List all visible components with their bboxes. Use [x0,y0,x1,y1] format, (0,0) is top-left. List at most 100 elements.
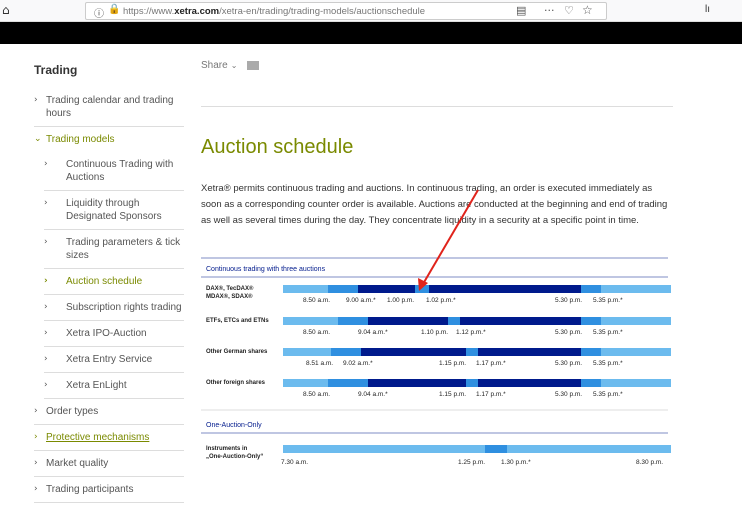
chevron-down-icon: ⌄ [34,134,42,144]
time-label: 9.04 a.m.* [358,391,388,398]
time-label: 5.30 p.m. [555,360,582,367]
row-label: „One-Auction-Only“ [206,454,263,460]
chevron-right-icon: › [34,484,38,494]
sidebar-item-subscription-rights[interactable]: › Subscription rights trading [44,295,184,321]
intro-text: Xetra® permits continuous trading and au… [201,183,668,226]
time-label: 1.15 p.m. [439,391,466,398]
sidebar-title: Trading [34,63,78,77]
row-label: ETFs, ETCs and ETNs [206,318,269,324]
schedule-row: ETFs, ETCs and ETNs 8.50 a.m. 9.04 a.m.*… [206,317,671,336]
main-content: Share ⌄ Auction schedule Xetra® permits c… [201,60,673,466]
time-label: 5.35 p.m.* [593,297,623,304]
sidebar-item-trading-models[interactable]: ⌄ Trading models [34,127,184,152]
bar-segment [478,379,581,387]
time-label: 1.15 p.m. [439,360,466,367]
sidebar-item-entry-service[interactable]: › Xetra Entry Service [44,347,184,373]
time-label: 5.35 p.m.* [593,391,623,398]
browser-toolbar: ⌂ ⓘ 🔒 https://www.xetra.com/xetra-en/tra… [0,0,742,22]
chevron-right-icon: › [44,328,48,338]
library-icon[interactable]: lı [705,4,710,15]
bar-segment [368,317,448,325]
chevron-down-icon: ⌄ [230,61,238,70]
chevron-right-icon: › [44,237,48,247]
time-label: 5.30 p.m. [555,297,582,304]
sidebar-item-market-quality[interactable]: › Market quality [34,451,184,477]
chevron-right-icon: › [44,380,48,390]
schedule-row: DAX®, TecDAX® MDAX®, SDAX® 8.50 a.m. 9.0… [206,285,671,304]
site-header-bar [0,22,742,44]
sidebar-item-continuous-trading[interactable]: › Continuous Trading with Auctions [44,152,184,191]
chevron-right-icon: › [44,159,48,169]
bar-segment [581,348,601,356]
sidebar-item-auction-schedule[interactable]: › Auction schedule [44,269,184,295]
lock-icon[interactable]: 🔒 [108,4,120,15]
print-icon[interactable] [247,60,260,70]
pocket-icon[interactable]: ♡ [564,4,574,17]
chevron-right-icon: › [44,302,48,312]
time-label: 9.04 a.m.* [358,329,388,336]
time-label: 7.30 a.m. [281,459,308,466]
bar-segment [358,285,415,293]
time-label: 5.30 p.m. [555,391,582,398]
sidebar-item-liquidity[interactable]: › Liquidity through Designated Sponsors [44,191,184,230]
bar-segment [460,317,581,325]
bar-segment [448,317,460,325]
time-label: 1.00 p.m. [387,297,414,304]
time-label: 5.35 p.m.* [593,360,623,367]
sidebar-item-order-types[interactable]: › Order types [34,399,184,425]
more-icon[interactable]: ··· [544,4,555,17]
url-text[interactable]: https://www.xetra.com/xetra-en/trading/t… [123,6,425,17]
time-label: 5.35 p.m.* [593,329,623,336]
time-label: 9.02 a.m.* [343,360,373,367]
bar-segment [361,348,466,356]
chevron-right-icon: › [34,432,38,442]
schedule-row: Other foreign shares 8.50 a.m. 9.04 a.m.… [206,379,671,398]
auction-schedule-chart: Continuous trading with three auctions D… [201,257,671,466]
chevron-right-icon: › [34,406,38,416]
bar-segment [485,445,507,453]
schedule-row: Instruments in „One-Auction-Only“ 7.30 a… [206,445,671,466]
time-label: 1.25 p.m. [458,459,485,466]
row-label: MDAX®, SDAX® [206,293,253,300]
reader-icon[interactable]: ▤ [516,4,526,17]
time-label: 8.51 a.m. [306,360,333,367]
chevron-right-icon: › [34,95,38,105]
chevron-right-icon: › [44,276,48,286]
bar-segment [415,285,429,293]
time-label: 8.50 a.m. [303,297,330,304]
bar-segment [478,348,581,356]
share-button[interactable]: Share ⌄ [201,60,673,78]
chevron-right-icon: › [34,458,38,468]
sidebar-item-trading-parameters[interactable]: › Trading parameters & tick sizes [44,230,184,269]
bar-segment [368,379,466,387]
bar-segment [331,348,361,356]
bar-segment [328,379,368,387]
bar-segment [466,348,478,356]
bar-segment [283,445,671,453]
row-label: Instruments in [206,446,248,452]
section-title: Continuous trading with three auctions [206,266,326,273]
divider [201,106,673,107]
time-label: 1.02 p.m.* [426,297,456,304]
time-label: 8.30 p.m. [636,459,663,466]
sidebar-item-trading-participants[interactable]: › Trading participants [34,477,184,503]
url-bar[interactable]: ⓘ 🔒 https://www.xetra.com/xetra-en/tradi… [85,2,607,20]
sidebar-item-enlight[interactable]: › Xetra EnLight [44,373,184,399]
time-label: 1.12 p.m.* [456,329,486,336]
sidebar-item-ipo-auction[interactable]: › Xetra IPO-Auction [44,321,184,347]
info-icon[interactable]: ⓘ [94,5,104,20]
sidebar-item-trading-calendar[interactable]: › Trading calendar and trading hours [34,88,184,127]
time-label: 1.10 p.m. [421,329,448,336]
time-label: 8.50 a.m. [303,329,330,336]
home-icon[interactable]: ⌂ [2,3,10,17]
time-label: 9.00 a.m.* [346,297,376,304]
bar-segment [338,317,368,325]
section-title: One-Auction-Only [206,422,262,429]
bar-segment [581,379,601,387]
schedule-row: Other German shares 8.51 a.m. 9.02 a.m.*… [206,348,671,367]
sidebar-nav: Trading › Trading calendar and trading ho… [34,60,184,503]
time-label: 5.30 p.m. [555,329,582,336]
sidebar-item-protective-mechanisms[interactable]: › Protective mechanisms [34,425,184,451]
row-label: DAX®, TecDAX® [206,285,254,292]
star-icon[interactable]: ☆ [582,3,593,17]
